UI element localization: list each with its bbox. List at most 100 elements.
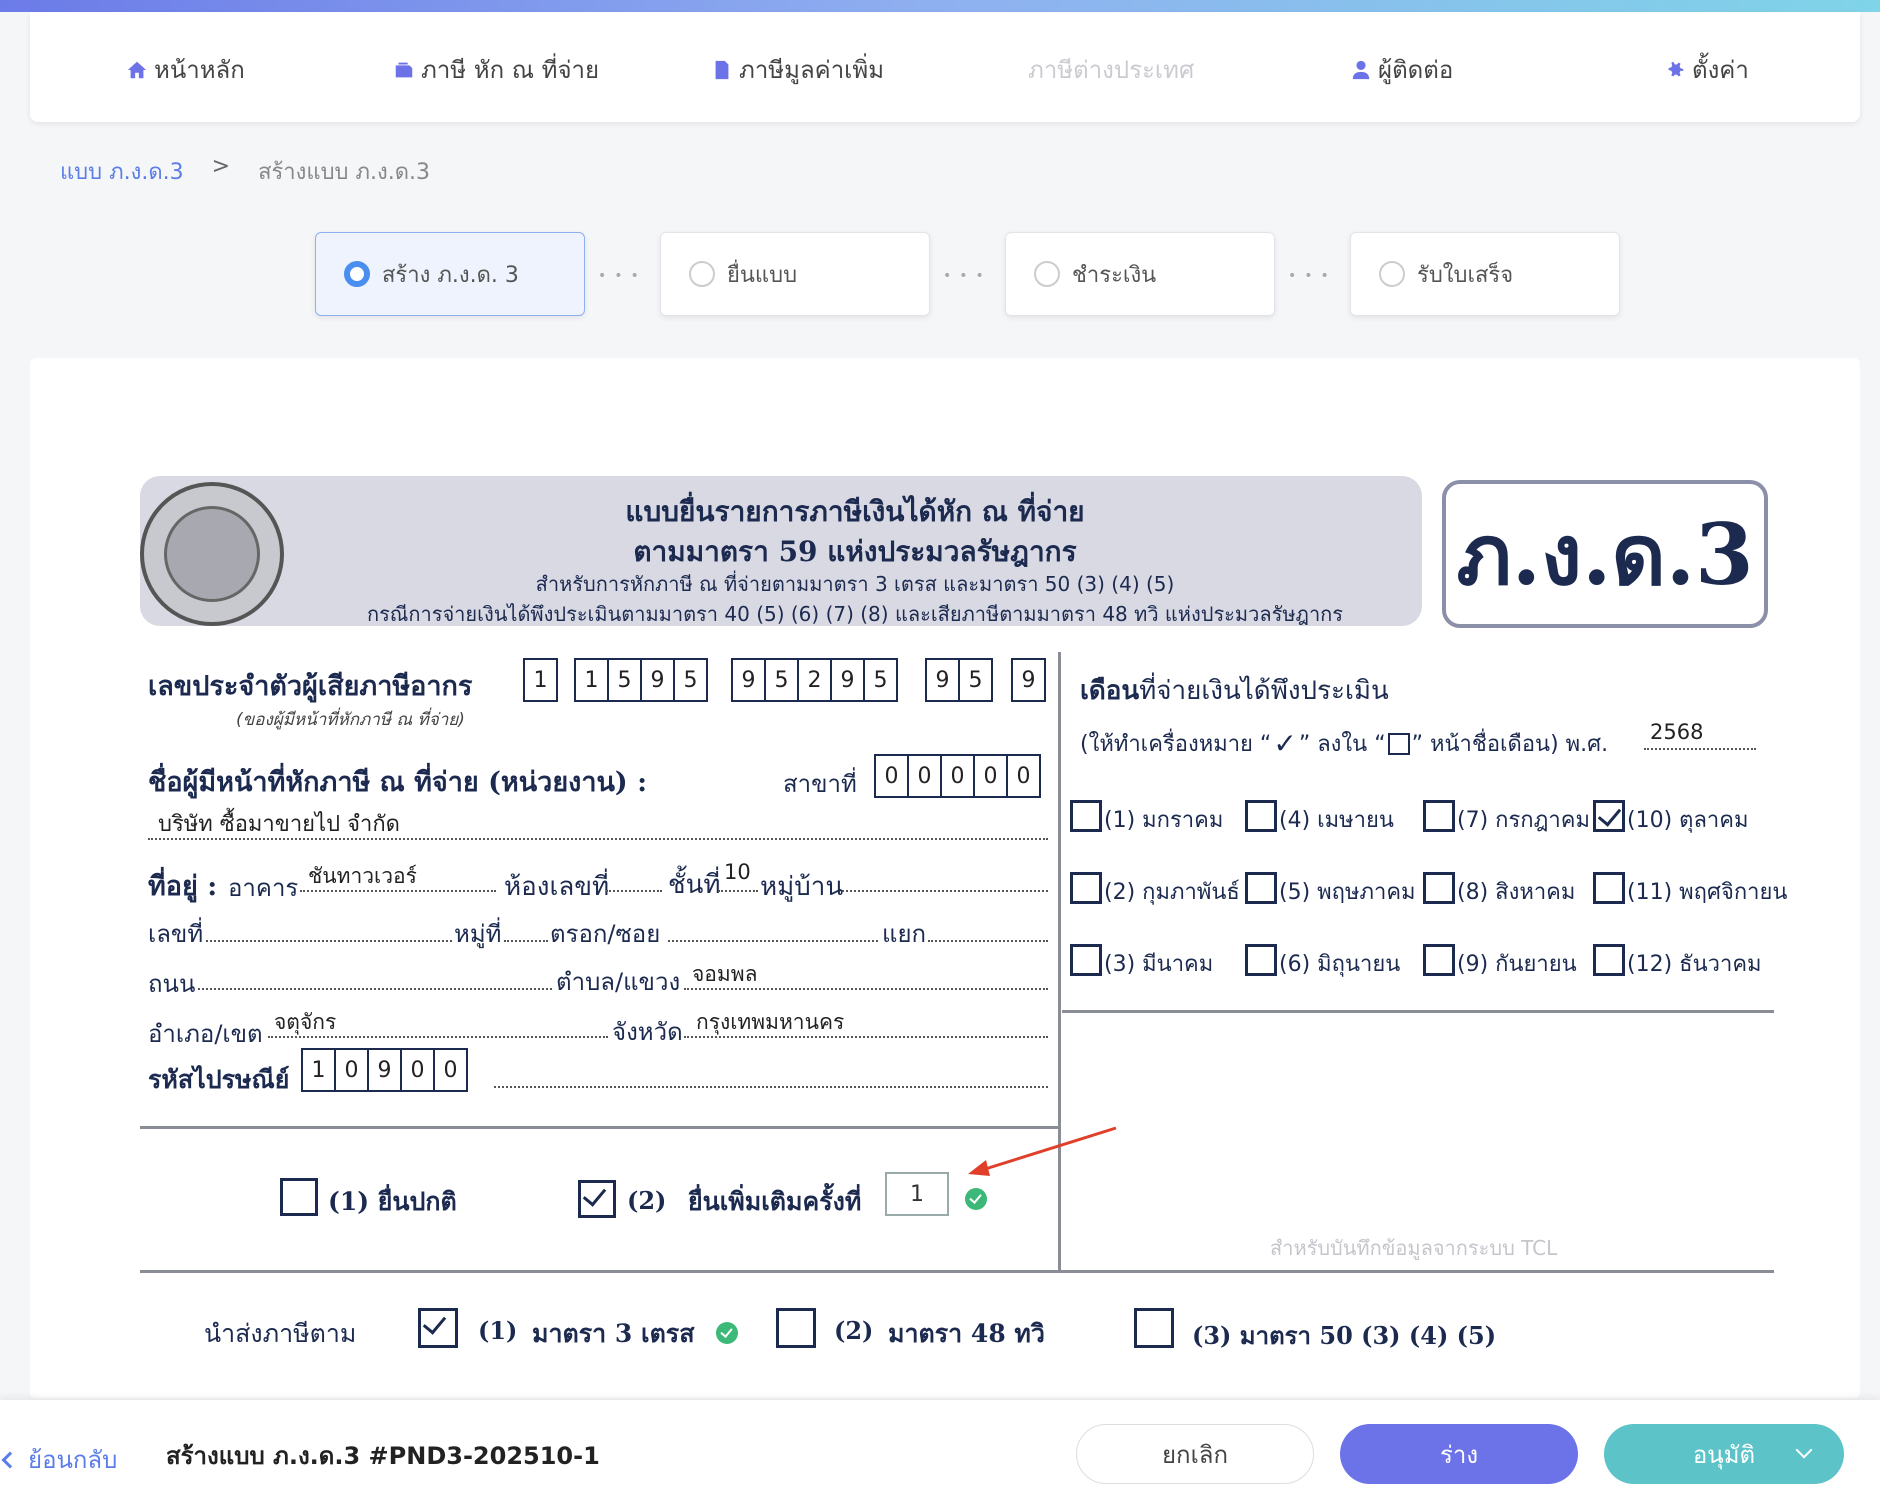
cancel-button[interactable]: ยกเลิก bbox=[1076, 1424, 1314, 1484]
step-payment[interactable]: ชำระเงิน bbox=[1005, 232, 1275, 316]
payer-label: ชื่อผู้มีหน้าที่หักภาษี ณ ที่จ่าย (หน่วย… bbox=[148, 767, 648, 798]
tax-id-label: เลขประจำตัวผู้เสียภาษีอากร bbox=[148, 671, 473, 702]
postcode-digit: 0 bbox=[433, 1048, 468, 1092]
empty-box-icon bbox=[1387, 732, 1410, 755]
breadcrumb-parent[interactable]: แบบ ภ.ง.ด.3 bbox=[60, 154, 184, 189]
dotted-line bbox=[718, 890, 758, 892]
home-icon bbox=[126, 59, 148, 81]
month-checkbox[interactable] bbox=[1593, 944, 1625, 976]
branch-digit: 0 bbox=[907, 754, 942, 798]
breadcrumb-separator: > bbox=[211, 154, 231, 179]
tax-id-digit: 5 bbox=[958, 658, 993, 702]
wallet-icon bbox=[393, 59, 415, 81]
month-label: (9) กันยายน bbox=[1457, 952, 1577, 977]
payer-name: บริษัท ซื้อมาขายไป จำกัด bbox=[158, 812, 400, 837]
remit-1-label: มาตรา 3 เตรส bbox=[532, 1319, 695, 1348]
step-receipt[interactable]: รับใบเสร็จ bbox=[1350, 232, 1620, 316]
step-connector: ••• bbox=[1288, 268, 1337, 284]
step-create[interactable]: สร้าง ภ.ง.ด. 3 bbox=[315, 232, 585, 316]
tcl-note: สำหรับบันทึกข้อมูลจากระบบ TCL bbox=[1270, 1236, 1558, 1260]
tax-id-digit: 5 bbox=[764, 658, 799, 702]
dotted-line bbox=[684, 1036, 1048, 1038]
nav-foreign-tax-label: ภาษีต่างประเทศ bbox=[1028, 56, 1195, 84]
tax-id-digit: 1 bbox=[523, 658, 558, 702]
step-submit[interactable]: ยื่นแบบ bbox=[660, 232, 930, 316]
month-label: (4) เมษายน bbox=[1279, 808, 1394, 833]
approve-button[interactable]: อนุมัติ bbox=[1604, 1424, 1844, 1484]
road-label: ถนน bbox=[148, 970, 196, 998]
tax-id-group-4: 9 5 bbox=[925, 658, 993, 702]
tax-id-group-2: 1 5 9 5 bbox=[574, 658, 708, 702]
cancel-label: ยกเลิก bbox=[1161, 1440, 1229, 1469]
horizontal-divider bbox=[1062, 1010, 1774, 1013]
tax-id-digit: 9 bbox=[925, 658, 960, 702]
nav-contacts[interactable]: ผู้ติดต่อ bbox=[1350, 50, 1453, 89]
building-value: ชันทาวเวอร์ bbox=[308, 864, 417, 888]
remit-3-tres-checkbox-checked[interactable] bbox=[418, 1308, 458, 1348]
chevron-left-icon bbox=[1, 1451, 19, 1468]
chevron-down-icon[interactable] bbox=[1795, 1441, 1813, 1459]
room-label: ห้องเลขที่ bbox=[504, 872, 610, 902]
month-checkbox[interactable] bbox=[1423, 944, 1455, 976]
month-checkbox[interactable] bbox=[1423, 872, 1455, 904]
dotted-line bbox=[606, 890, 662, 892]
filing-extra-checkbox-checked[interactable] bbox=[578, 1180, 616, 1218]
dotted-line bbox=[842, 890, 1048, 892]
dotted-line bbox=[268, 1036, 608, 1038]
month-checkbox[interactable] bbox=[1245, 944, 1277, 976]
month-checkbox[interactable] bbox=[1593, 872, 1625, 904]
draft-button[interactable]: ร่าง bbox=[1340, 1424, 1578, 1484]
nav-vat-label: ภาษีมูลค่าเพิ่ม bbox=[739, 56, 885, 84]
month-label: (3) มีนาคม bbox=[1104, 952, 1214, 977]
tax-id-digit: 5 bbox=[863, 658, 898, 702]
tax-id-group-5: 9 bbox=[1011, 658, 1046, 702]
remit-2-number: (2) bbox=[834, 1316, 874, 1345]
remit-3-label: (3) มาตรา 50 (3) (4) (5) bbox=[1192, 1321, 1497, 1350]
branch-digit: 0 bbox=[874, 754, 909, 798]
month-checkbox[interactable] bbox=[1070, 872, 1102, 904]
subdistrict-value: จอมพล bbox=[692, 962, 758, 986]
branch-digit: 0 bbox=[1006, 754, 1041, 798]
month-checkbox[interactable] bbox=[1070, 944, 1102, 976]
month-checkbox[interactable] bbox=[1245, 800, 1277, 832]
remit-50-checkbox[interactable] bbox=[1134, 1308, 1174, 1348]
gear-icon bbox=[1664, 59, 1686, 81]
form-code-badge: ภ.ง.ด.3 bbox=[1442, 480, 1768, 628]
month-checkbox[interactable] bbox=[1070, 800, 1102, 832]
postcode-digit: 0 bbox=[400, 1048, 435, 1092]
dotted-line bbox=[148, 838, 1048, 840]
remit-48-tawi-checkbox[interactable] bbox=[776, 1308, 816, 1348]
month-checkbox[interactable] bbox=[1423, 800, 1455, 832]
top-nav: หน้าหลัก ภาษี หัก ณ ที่จ่าย ภาษีมูลค่าเพ… bbox=[30, 12, 1860, 122]
month-instruction-a: (ให้ทำเครื่องหมาย “ bbox=[1080, 732, 1272, 757]
step-radio-icon bbox=[344, 261, 370, 287]
filing-extra-count-input[interactable]: 1 bbox=[885, 1172, 949, 1216]
breadcrumb: แบบ ภ.ง.ด.3 > สร้างแบบ ภ.ง.ด.3 bbox=[60, 154, 430, 189]
tax-id-digit: 9 bbox=[1011, 658, 1046, 702]
nav-withholding[interactable]: ภาษี หัก ณ ที่จ่าย bbox=[393, 50, 599, 89]
remit-label: นำส่งภาษีตาม bbox=[204, 1319, 357, 1348]
annotation-arrow-icon bbox=[968, 1126, 1117, 1176]
tax-id-digit: 2 bbox=[797, 658, 832, 702]
user-icon bbox=[1350, 59, 1372, 81]
postcode-digit: 1 bbox=[301, 1048, 336, 1092]
dotted-line bbox=[300, 890, 496, 892]
step-label: ยื่นแบบ bbox=[727, 262, 798, 288]
checkmark-icon: ✓ bbox=[1273, 727, 1297, 760]
filing-normal-checkbox[interactable] bbox=[280, 1178, 318, 1216]
year-value: 2568 bbox=[1650, 720, 1704, 744]
nav-settings[interactable]: ตั้งค่า bbox=[1664, 50, 1749, 89]
dotted-line bbox=[668, 940, 878, 942]
month-checkbox-checked[interactable] bbox=[1593, 800, 1625, 832]
nav-home[interactable]: หน้าหลัก bbox=[126, 50, 245, 89]
month-label: (11) พฤศจิกายน bbox=[1627, 880, 1788, 905]
nav-vat[interactable]: ภาษีมูลค่าเพิ่ม bbox=[711, 50, 884, 89]
tax-id-digit: 5 bbox=[607, 658, 642, 702]
horizontal-divider bbox=[140, 1126, 1060, 1129]
dotted-line bbox=[198, 988, 552, 990]
subdistrict-label: ตำบล/แขวง bbox=[556, 968, 681, 996]
floor-label: ชั้นที่ bbox=[668, 870, 721, 900]
back-button[interactable]: ย้อนกลับ bbox=[1, 1440, 117, 1479]
month-checkbox[interactable] bbox=[1245, 872, 1277, 904]
step-connector: ••• bbox=[943, 268, 992, 284]
